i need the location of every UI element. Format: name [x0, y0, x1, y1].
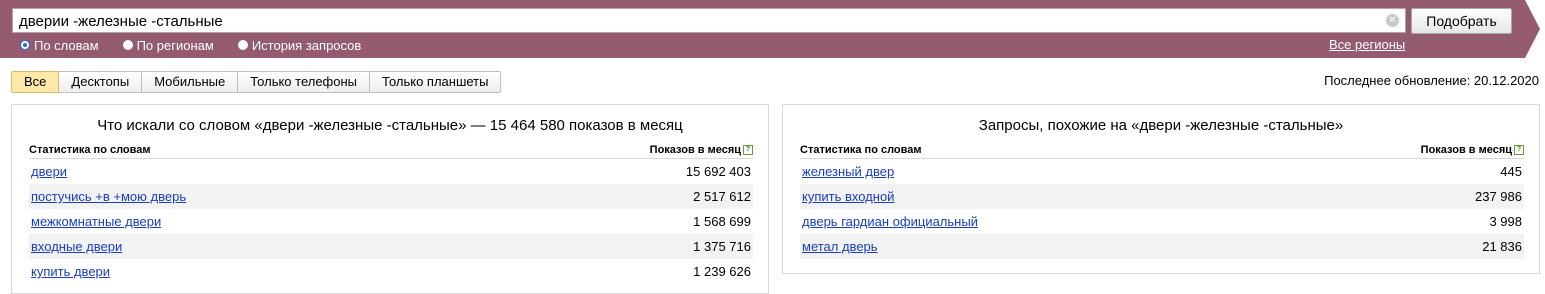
impressions-count: 445 [1500, 164, 1522, 179]
keyword-stats-table: Статистика по словам Показов в месяц? дв… [29, 141, 753, 284]
table-row: железный двер 445 [800, 159, 1524, 184]
table-row: входные двери 1 375 716 [29, 234, 753, 259]
keyword-link[interactable]: двери [29, 164, 67, 179]
tab-tablets[interactable]: Только планшеты [370, 71, 502, 93]
keyword-link[interactable]: межкомнатные двери [29, 214, 161, 229]
last-update-text: Последнее обновление: 20.12.2020 [1324, 73, 1539, 88]
table-row: купить двери 1 239 626 [29, 259, 753, 284]
panel-title: Запросы, похожие на «двери -железные -ст… [978, 117, 1344, 134]
column-keyword-header: Статистика по словам [29, 143, 151, 156]
tab-desktops[interactable]: Десктопы [59, 71, 143, 93]
impressions-count: 1 239 626 [693, 264, 751, 279]
keyword-link[interactable]: метал дверь [800, 239, 878, 254]
tab-phones[interactable]: Только телефоны [238, 71, 371, 93]
similar-queries-table: Статистика по словам Показов в месяц? же… [800, 141, 1524, 259]
mode-words-radio[interactable]: По словам [20, 38, 99, 53]
keyword-link[interactable]: купить входной [800, 189, 894, 204]
impressions-count: 3 998 [1489, 214, 1522, 229]
search-input[interactable] [19, 11, 1379, 31]
table-row: двери 15 692 403 [29, 159, 753, 184]
table-row: купить входной 237 986 [800, 184, 1524, 209]
mode-regions-radio[interactable]: По регионам [122, 37, 214, 53]
keyword-link[interactable]: дверь гардиан официальный [800, 214, 978, 229]
keyword-link[interactable]: железный двер [800, 164, 894, 179]
radio-checked-icon [20, 40, 30, 50]
impressions-count: 1 568 699 [693, 214, 751, 229]
radio-icon [122, 40, 133, 50]
search-mode-group: По словам По регионам История запросов [20, 37, 385, 53]
mode-history-label: История запросов [251, 37, 362, 53]
tab-mobile[interactable]: Мобильные [142, 71, 239, 93]
table-header: Статистика по словам Показов в месяц? [800, 141, 1524, 159]
impressions-count: 15 692 403 [685, 164, 751, 179]
device-tabs: Все Десктопы Мобильные Только телефоны Т… [11, 71, 502, 93]
search-box: ✕ [12, 8, 1406, 33]
panel-title: Что искали со словом «двери -железные -с… [97, 117, 683, 134]
keyword-link[interactable]: купить двери [29, 264, 110, 279]
tab-all[interactable]: Все [11, 71, 60, 93]
clear-icon[interactable]: ✕ [1386, 14, 1399, 27]
keyword-link[interactable]: постучись +в +мою дверь [29, 189, 186, 204]
table-row: постучись +в +мою дверь 2 517 612 [29, 184, 753, 209]
table-row: межкомнатные двери 1 568 699 [29, 209, 753, 234]
mode-history-radio[interactable]: История запросов [237, 37, 362, 53]
column-count-header: Показов в месяц? [650, 144, 753, 156]
submit-button[interactable]: Подобрать [1411, 8, 1512, 34]
mode-regions-label: По регионам [136, 37, 214, 53]
search-header: ✕ Подобрать По словам По регионам Истори… [0, 0, 1545, 58]
all-regions-link[interactable]: Все регионы [1329, 37, 1405, 52]
table-row: метал дверь 21 836 [800, 234, 1524, 259]
column-count-header: Показов в месяц? [1421, 144, 1524, 156]
column-keyword-header: Статистика по словам [800, 143, 922, 156]
impressions-count: 237 986 [1475, 189, 1522, 204]
impressions-count: 21 836 [1482, 239, 1522, 254]
keyword-link[interactable]: входные двери [29, 239, 122, 254]
table-row: дверь гардиан официальный 3 998 [800, 209, 1524, 234]
table-header: Статистика по словам Показов в месяц? [29, 141, 753, 159]
help-icon[interactable]: ? [1514, 144, 1524, 155]
impressions-count: 2 517 612 [693, 189, 751, 204]
radio-icon [237, 40, 248, 50]
help-icon[interactable]: ? [743, 144, 753, 155]
impressions-count: 1 375 716 [693, 239, 751, 254]
similar-queries-panel: Запросы, похожие на «двери -железные -ст… [782, 104, 1540, 274]
mode-words-label: По словам [34, 37, 99, 53]
keyword-stats-panel: Что искали со словом «двери -железные -с… [11, 104, 769, 294]
